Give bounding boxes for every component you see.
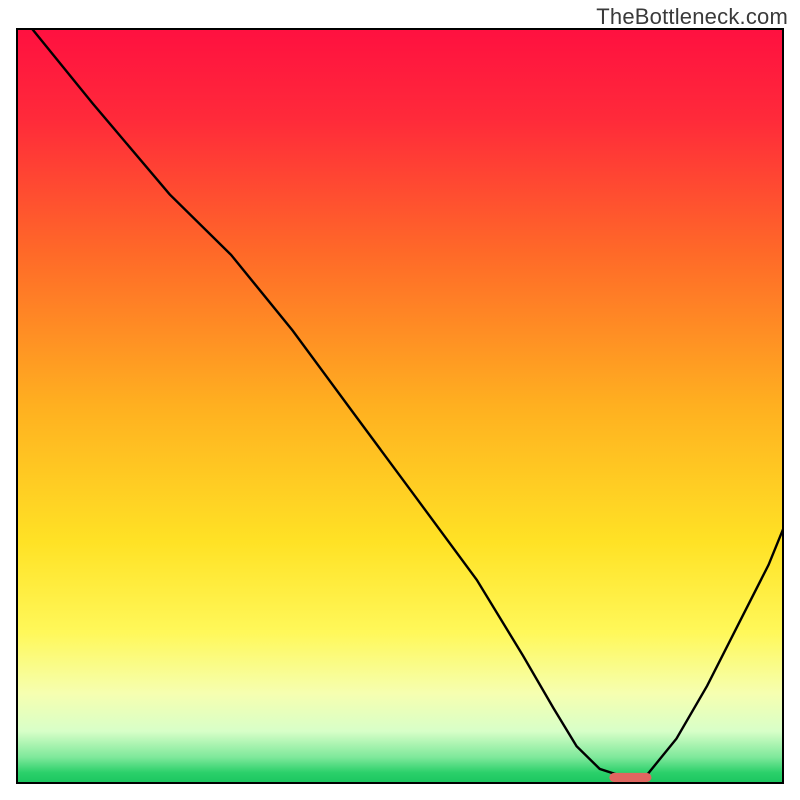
watermark-text: TheBottleneck.com [596,4,788,30]
chart-svg [16,28,784,784]
optimal-marker [609,773,651,782]
gradient-background [16,28,784,784]
plot-area [16,28,784,784]
chart-frame: TheBottleneck.com [0,0,800,800]
